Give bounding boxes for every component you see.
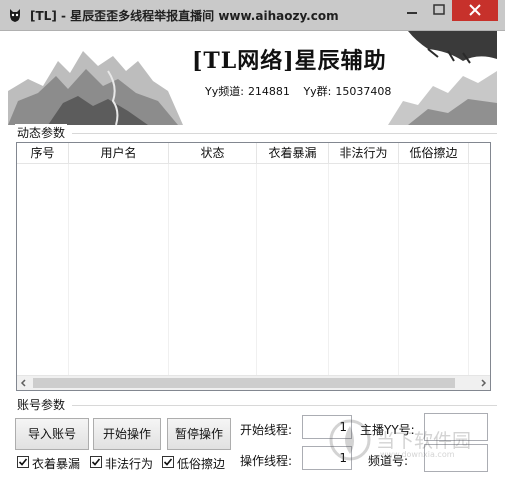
grid-line bbox=[168, 164, 169, 375]
checkbox-label: 衣着暴漏 bbox=[32, 457, 81, 471]
yy-channel-value: 214881 bbox=[247, 85, 290, 98]
title-bar: [TL] - 星辰歪歪多线程举报直播间 www.aihaozy.com bbox=[0, 0, 505, 31]
column-header[interactable]: 非法行为 bbox=[329, 143, 399, 163]
start-operation-button[interactable]: 开始操作 bbox=[93, 418, 161, 450]
grid-line bbox=[256, 164, 257, 375]
grid-line bbox=[468, 164, 469, 375]
column-header[interactable]: 用户名 bbox=[69, 143, 169, 163]
checkbox-illegal-behavior[interactable]: 非法行为 bbox=[90, 455, 158, 471]
grid-line bbox=[68, 164, 69, 375]
banner-info: Yy频道: 214881 Yy群: 15037408 bbox=[205, 83, 395, 99]
watermark-text: 当下软件园 bbox=[376, 430, 472, 452]
checkbox-revealing-clothing[interactable]: 衣着暴漏 bbox=[17, 455, 85, 471]
check-icon[interactable] bbox=[17, 456, 29, 468]
maximize-button[interactable] bbox=[426, 0, 452, 21]
start-thread-label: 开始线程: bbox=[240, 423, 293, 437]
checkbox-label: 非法行为 bbox=[105, 457, 154, 471]
column-header[interactable]: 衣着暴漏 bbox=[257, 143, 329, 163]
check-icon[interactable] bbox=[90, 456, 102, 468]
grid-line bbox=[398, 164, 399, 375]
close-button[interactable] bbox=[452, 0, 498, 21]
minimize-button[interactable] bbox=[398, 0, 426, 21]
watermark: 当下软件园 www.downxia.com bbox=[328, 410, 498, 472]
watermark-logo-icon bbox=[329, 419, 371, 461]
column-header[interactable]: 低俗擦边 bbox=[399, 143, 469, 163]
pause-operation-button[interactable]: 暂停操作 bbox=[167, 418, 231, 450]
yy-channel-label: Yy频道: bbox=[205, 85, 244, 98]
checkbox-vulgar-content[interactable]: 低俗擦边 bbox=[162, 455, 230, 471]
banner-title: [TL网络]星辰辅助 bbox=[192, 48, 387, 74]
results-listview[interactable]: 序号 用户名 状态 衣着暴漏 非法行为 低俗擦边 bbox=[16, 142, 491, 391]
scroll-left-icon[interactable] bbox=[17, 376, 31, 390]
checkbox-label: 低俗擦边 bbox=[177, 457, 226, 471]
op-thread-label: 操作线程: bbox=[240, 454, 293, 468]
listview-header: 序号 用户名 状态 衣着暴漏 非法行为 低俗擦边 bbox=[17, 143, 490, 164]
group-divider bbox=[72, 405, 497, 406]
window-title: [TL] - 星辰歪歪多线程举报直播间 www.aihaozy.com bbox=[30, 9, 339, 23]
yy-group-value: 15037408 bbox=[335, 85, 392, 98]
app-icon bbox=[7, 7, 23, 23]
scrollbar-thumb[interactable] bbox=[33, 378, 455, 388]
import-accounts-button[interactable]: 导入账号 bbox=[15, 418, 89, 450]
banner: [TL网络]星辰辅助 Yy频道: 214881 Yy群: 15037408 bbox=[8, 31, 497, 125]
yy-group-label: Yy群: bbox=[303, 85, 332, 98]
close-icon bbox=[469, 4, 481, 16]
grid-line bbox=[328, 164, 329, 375]
column-header[interactable]: 状态 bbox=[169, 143, 257, 163]
column-header[interactable]: 序号 bbox=[17, 143, 69, 163]
horizontal-scrollbar[interactable] bbox=[17, 375, 490, 390]
account-group-label: 账号参数 bbox=[15, 396, 68, 413]
group-divider bbox=[72, 133, 497, 134]
check-icon[interactable] bbox=[162, 456, 174, 468]
watermark-url: www.downxia.com bbox=[380, 450, 455, 459]
scroll-right-icon[interactable] bbox=[476, 376, 490, 390]
dynamic-group-label: 动态参数 bbox=[15, 124, 68, 141]
